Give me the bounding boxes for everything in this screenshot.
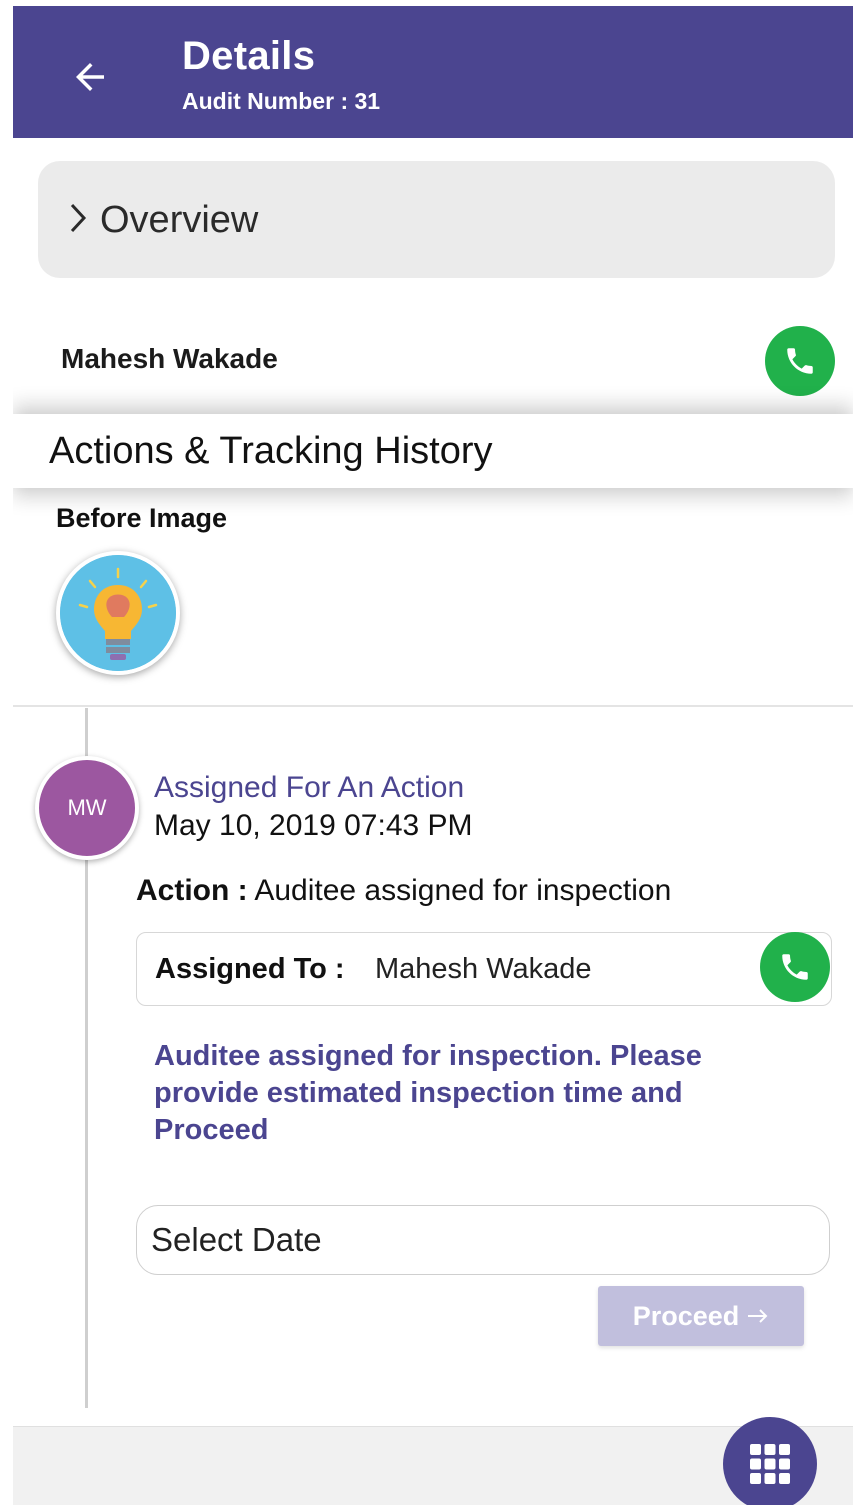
assigned-to-field: Assigned To : Mahesh Wakade	[136, 932, 832, 1006]
before-image-label: Before Image	[56, 503, 228, 533]
action-description: Action : Auditee assigned for inspection	[136, 874, 671, 908]
app-header: Details Audit Number : 31	[13, 6, 853, 138]
contact-row: Mahesh Wakade	[13, 306, 853, 416]
arrow-right-icon	[748, 1309, 768, 1323]
page-title: Details	[182, 34, 316, 78]
action-label: Action :	[136, 874, 248, 907]
grid-menu-icon	[750, 1444, 790, 1484]
back-button[interactable]	[63, 50, 117, 104]
select-date-input[interactable]	[136, 1205, 830, 1275]
overview-accordion[interactable]: Overview	[38, 161, 835, 278]
app-screen: Details Audit Number : 31 Overview Mahes…	[13, 6, 853, 1505]
assignee-call-button[interactable]	[760, 932, 830, 1002]
chevron-right-icon	[70, 203, 87, 233]
section-divider	[13, 705, 853, 707]
proceed-button[interactable]: Proceed	[598, 1286, 804, 1346]
event-title: Assigned For An Action	[154, 771, 465, 804]
instruction-message: Auditee assigned for inspection. Please …	[154, 1040, 702, 1146]
audit-number: Audit Number : 31	[182, 88, 381, 114]
action-value: Auditee assigned for inspection	[254, 874, 672, 907]
actions-tracking-title: Actions & Tracking History	[49, 430, 493, 472]
arrow-left-icon	[76, 63, 104, 91]
event-datetime: May 10, 2019 07:43 PM	[154, 809, 473, 842]
assigned-to-value: Mahesh Wakade	[375, 953, 592, 985]
overview-label: Overview	[100, 199, 259, 241]
before-image-thumbnail[interactable]	[56, 551, 180, 675]
call-button[interactable]	[765, 326, 835, 396]
assigned-to-label: Assigned To :	[155, 953, 345, 985]
contact-name: Mahesh Wakade	[61, 343, 278, 374]
proceed-label: Proceed	[632, 1300, 740, 1331]
phone-icon	[782, 954, 808, 980]
avatar: MW	[35, 756, 139, 860]
menu-fab[interactable]	[723, 1417, 817, 1505]
lightbulb-icon	[60, 555, 176, 671]
phone-icon	[787, 348, 813, 374]
actions-tracking-header: Actions & Tracking History	[13, 414, 853, 488]
